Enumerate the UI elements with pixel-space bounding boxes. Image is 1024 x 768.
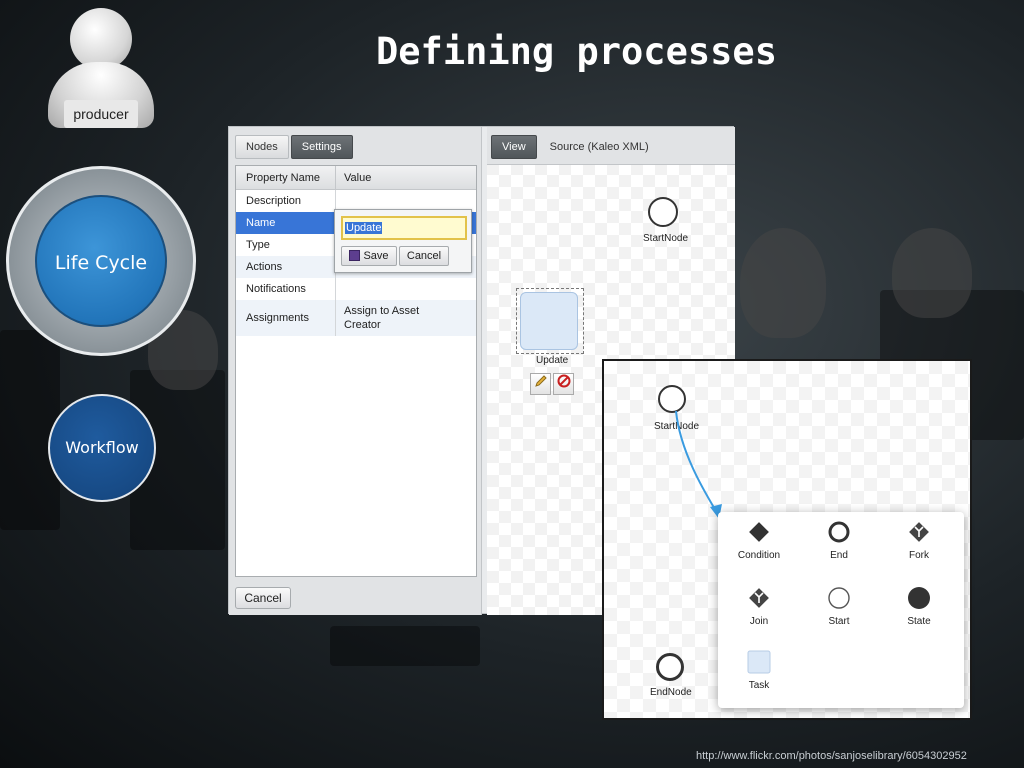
task-node-update[interactable] (520, 292, 578, 350)
palette-start-label: Start (828, 616, 850, 627)
delete-icon[interactable] (553, 373, 574, 395)
property-name: Description (236, 190, 336, 212)
avatar-head (70, 8, 132, 70)
column-header-property: Property Name (236, 166, 336, 189)
properties-panel: Nodes Settings Property Name Value Descr… (229, 127, 482, 615)
tab-view[interactable]: View (491, 135, 537, 159)
palette-task-label: Task (748, 680, 770, 691)
property-name: Type (236, 234, 336, 256)
palette-task[interactable]: Task (724, 650, 794, 691)
inline-cancel-button[interactable]: Cancel (399, 246, 449, 266)
property-name: Assignments (236, 300, 336, 336)
palette-fork-label: Fork (909, 550, 929, 561)
cancel-button[interactable]: Cancel (235, 587, 291, 609)
palette-end-label: End (830, 550, 848, 561)
avatar-label: producer (64, 100, 138, 128)
palette-end[interactable]: End (804, 520, 874, 561)
edit-pencil-icon[interactable] (530, 373, 551, 395)
state-icon (907, 586, 931, 610)
palette-state-label: State (907, 616, 931, 627)
background-person-2 (892, 228, 972, 318)
right-tab-bar: View Source (Kaleo XML) (487, 127, 735, 165)
overlay-end-node-label: EndNode (650, 687, 692, 698)
node-toolbar (530, 373, 576, 395)
table-header: Property Name Value (236, 166, 476, 190)
palette-start[interactable]: Start (804, 586, 874, 627)
name-inline-editor: Update Save Cancel (334, 209, 472, 273)
tab-settings[interactable]: Settings (290, 135, 353, 159)
table-row[interactable]: Assignments Assign to Asset Creator (236, 300, 476, 336)
save-label: Save (363, 250, 389, 262)
overlay-start-node[interactable] (658, 385, 686, 413)
palette-join[interactable]: Join (724, 586, 794, 627)
fork-icon (907, 520, 931, 544)
palette-condition[interactable]: Condition (724, 520, 794, 561)
background-keyboard (330, 626, 480, 666)
photo-credit: http://www.flickr.com/photos/sanjoselibr… (696, 750, 967, 762)
name-input-value: Update (345, 222, 383, 234)
node-palette-overlay: StartNode EndNode Condition End Fork Joi… (602, 359, 972, 720)
save-button[interactable]: Save (341, 246, 397, 266)
start-node-label: StartNode (643, 233, 689, 244)
workflow-circle: Workflow (48, 394, 156, 502)
page-title: Defining processes (376, 30, 777, 73)
palette-join-label: Join (749, 616, 769, 627)
right-tabs: View Source (Kaleo XML) (491, 135, 662, 161)
start-node[interactable] (648, 197, 678, 227)
property-value: Assign to Asset Creator (344, 305, 420, 331)
end-icon (827, 520, 851, 544)
tab-source[interactable]: Source (Kaleo XML) (539, 135, 660, 159)
name-input[interactable]: Update (341, 216, 467, 240)
property-name: Name (236, 212, 336, 234)
task-node-label: Update (536, 355, 569, 366)
producer-avatar: producer (48, 8, 154, 132)
table-row[interactable]: Notifications (236, 278, 476, 300)
overlay-end-node[interactable] (656, 653, 684, 681)
lifecycle-circle: Life Cycle (35, 195, 167, 327)
palette-condition-label: Condition (737, 550, 781, 561)
property-name: Actions (236, 256, 336, 278)
join-icon (747, 586, 771, 610)
start-icon (827, 586, 851, 610)
background-person-1 (740, 228, 826, 338)
property-name: Notifications (236, 278, 336, 300)
save-icon (349, 250, 361, 261)
node-palette: Condition End Fork Join Start State Task (718, 512, 964, 708)
palette-state[interactable]: State (884, 586, 954, 627)
left-tab-bar: Nodes Settings (235, 135, 355, 161)
task-icon (747, 650, 771, 674)
tab-nodes[interactable]: Nodes (235, 135, 289, 159)
condition-icon (747, 520, 771, 544)
property-value (336, 278, 476, 300)
column-header-value: Value (344, 172, 372, 184)
palette-fork[interactable]: Fork (884, 520, 954, 561)
